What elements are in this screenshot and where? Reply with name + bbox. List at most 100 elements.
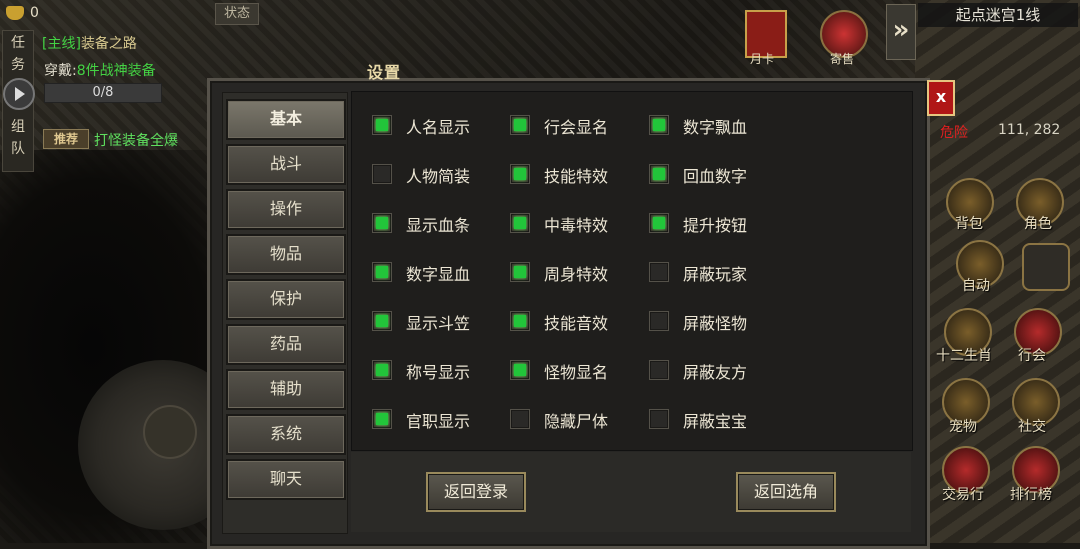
close-button[interactable]: x bbox=[927, 80, 955, 116]
checkbox-unchecked[interactable] bbox=[649, 409, 669, 429]
option-toggle[interactable]: 屏蔽玩家 bbox=[649, 259, 779, 284]
checkbox-checked[interactable] bbox=[372, 262, 392, 282]
checkbox-unchecked[interactable] bbox=[649, 262, 669, 282]
dialog-title: 设置 bbox=[367, 63, 402, 82]
option-label: 提升按钮 bbox=[683, 216, 748, 235]
checkbox-checked[interactable] bbox=[510, 360, 530, 380]
option-label: 官职显示 bbox=[406, 412, 471, 431]
option-label: 屏蔽友方 bbox=[683, 363, 748, 382]
back-to-select-button[interactable]: 返回选角 bbox=[736, 472, 836, 512]
option-toggle[interactable]: 显示斗笠 bbox=[372, 308, 502, 333]
option-toggle[interactable]: 隐藏尸体 bbox=[510, 406, 640, 431]
joystick-knob[interactable] bbox=[143, 405, 197, 459]
option-toggle[interactable]: 中毒特效 bbox=[510, 210, 640, 235]
checkbox-checked[interactable] bbox=[372, 115, 392, 135]
tab-assist[interactable]: 辅助 bbox=[226, 369, 346, 410]
quest-title[interactable]: [主线]装备之路 bbox=[42, 33, 137, 53]
option-toggle[interactable]: 行会显名 bbox=[510, 112, 640, 137]
checkbox-checked[interactable] bbox=[372, 213, 392, 233]
tab-quest-char-1[interactable]: 任 bbox=[7, 33, 29, 53]
option-label: 数字飘血 bbox=[683, 118, 748, 137]
checkbox-checked[interactable] bbox=[510, 311, 530, 331]
checkbox-checked[interactable] bbox=[510, 262, 530, 282]
status-tab[interactable]: 状态 bbox=[215, 3, 259, 25]
map-coordinates: 111, 282 bbox=[998, 122, 1061, 138]
option-toggle[interactable]: 屏蔽怪物 bbox=[649, 308, 779, 333]
menu-ranking-label: 排行榜 bbox=[1010, 487, 1052, 503]
danger-label: 危险 bbox=[940, 125, 968, 141]
option-toggle[interactable]: 屏蔽宝宝 bbox=[649, 406, 779, 431]
menu-bag-label: 背包 bbox=[955, 216, 983, 232]
back-to-login-button[interactable]: 返回登录 bbox=[426, 472, 526, 512]
consign-label: 寄售 bbox=[830, 52, 855, 66]
grid-icon[interactable] bbox=[1022, 243, 1070, 291]
gold-amount: 0 bbox=[30, 5, 39, 21]
option-toggle[interactable]: 屏蔽友方 bbox=[649, 357, 779, 382]
recommend-text[interactable]: 打怪装备全爆 bbox=[94, 130, 178, 150]
tab-system[interactable]: 系统 bbox=[226, 414, 346, 455]
option-label: 技能音效 bbox=[544, 314, 609, 333]
option-label: 显示血条 bbox=[406, 216, 471, 235]
option-label: 人物简装 bbox=[406, 167, 471, 186]
option-toggle[interactable]: 人物简装 bbox=[372, 161, 502, 186]
quest-progress: 0/8 bbox=[44, 83, 162, 103]
collapse-play-icon[interactable] bbox=[3, 78, 35, 110]
quest-tag: [主线] bbox=[42, 36, 81, 52]
tab-combat[interactable]: 战斗 bbox=[226, 144, 346, 185]
quest-req-label: 穿戴: bbox=[44, 63, 77, 79]
tab-operation[interactable]: 操作 bbox=[226, 189, 346, 230]
option-toggle[interactable]: 数字飘血 bbox=[649, 112, 779, 137]
checkbox-checked[interactable] bbox=[372, 360, 392, 380]
menu-character-label: 角色 bbox=[1024, 216, 1052, 232]
checkbox-checked[interactable] bbox=[372, 311, 392, 331]
option-toggle[interactable]: 技能特效 bbox=[510, 161, 640, 186]
tab-items[interactable]: 物品 bbox=[226, 234, 346, 275]
option-toggle[interactable]: 数字显血 bbox=[372, 259, 502, 284]
checkbox-checked[interactable] bbox=[372, 409, 392, 429]
tab-basic[interactable]: 基本 bbox=[226, 99, 346, 140]
option-label: 行会显名 bbox=[544, 118, 609, 137]
option-toggle[interactable]: 提升按钮 bbox=[649, 210, 779, 235]
option-toggle[interactable]: 官职显示 bbox=[372, 406, 502, 431]
tab-quest-char-2[interactable]: 务 bbox=[7, 55, 29, 75]
option-label: 怪物显名 bbox=[544, 363, 609, 382]
gold-ingot-icon bbox=[6, 6, 24, 20]
option-label: 隐藏尸体 bbox=[544, 412, 609, 431]
checkbox-checked[interactable] bbox=[649, 115, 669, 135]
option-label: 技能特效 bbox=[544, 167, 609, 186]
checkbox-unchecked[interactable] bbox=[649, 360, 669, 380]
settings-nav: 基本 战斗 操作 物品 保护 药品 辅助 系统 聊天 bbox=[222, 92, 348, 534]
tab-team-char-2[interactable]: 队 bbox=[7, 139, 29, 159]
option-toggle[interactable]: 周身特效 bbox=[510, 259, 640, 284]
tab-protection[interactable]: 保护 bbox=[226, 279, 346, 320]
menu-trade-label: 交易行 bbox=[942, 487, 984, 503]
checkbox-checked[interactable] bbox=[649, 164, 669, 184]
menu-social-label: 社交 bbox=[1018, 419, 1046, 435]
checkbox-checked[interactable] bbox=[510, 164, 530, 184]
quest-name: 装备之路 bbox=[80, 36, 137, 52]
menu-auto-label: 自动 bbox=[962, 278, 990, 294]
tab-potions[interactable]: 药品 bbox=[226, 324, 346, 365]
option-toggle[interactable]: 称号显示 bbox=[372, 357, 502, 382]
option-toggle[interactable]: 技能音效 bbox=[510, 308, 640, 333]
quest-req-value: 8件战神装备 bbox=[76, 63, 156, 79]
checkbox-unchecked[interactable] bbox=[649, 311, 669, 331]
checkbox-unchecked[interactable] bbox=[510, 409, 530, 429]
checkbox-checked[interactable] bbox=[649, 213, 669, 233]
menu-zodiac-label: 十二生肖 bbox=[936, 348, 992, 364]
option-toggle[interactable]: 显示血条 bbox=[372, 210, 502, 235]
tab-chat[interactable]: 聊天 bbox=[226, 459, 346, 500]
checkbox-checked[interactable] bbox=[510, 115, 530, 135]
settings-options-panel: 人名显示人物简装显示血条数字显血显示斗笠称号显示官职显示 行会显名技能特效中毒特效… bbox=[351, 91, 913, 451]
option-toggle[interactable]: 人名显示 bbox=[372, 112, 502, 137]
tab-team-char-1[interactable]: 组 bbox=[7, 117, 29, 137]
chevron-double-right-icon[interactable]: » bbox=[886, 4, 916, 60]
option-toggle[interactable]: 回血数字 bbox=[649, 161, 779, 186]
checkbox-checked[interactable] bbox=[510, 213, 530, 233]
checkbox-unchecked[interactable] bbox=[372, 164, 392, 184]
option-label: 人名显示 bbox=[406, 118, 471, 137]
dialog-footer: 返回登录 返回选角 bbox=[351, 452, 911, 532]
option-label: 回血数字 bbox=[683, 167, 748, 186]
option-toggle[interactable]: 怪物显名 bbox=[510, 357, 640, 382]
map-name: 起点迷宫1线 bbox=[918, 3, 1078, 27]
